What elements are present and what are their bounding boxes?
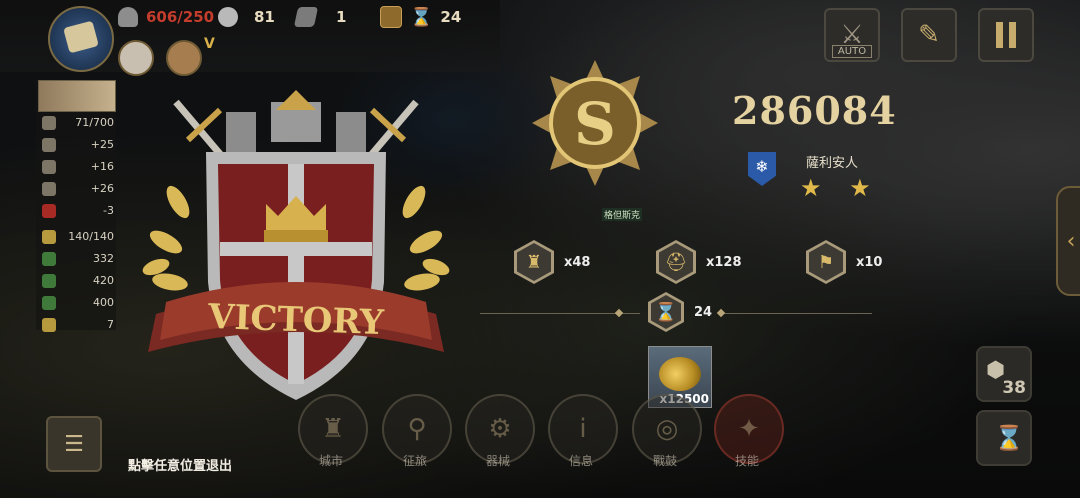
chevron-left-icon: ‹ (1066, 228, 1076, 254)
skill-icon: ✦ (738, 414, 760, 444)
hourglass-count: 24 (694, 304, 713, 320)
flag-icon: ⚑ (809, 243, 843, 281)
side-panel-handle[interactable]: ‹ (1056, 186, 1080, 296)
stat-population: 71/700 (75, 116, 114, 129)
rating-stars: ★ ★ (800, 174, 881, 202)
troops-stat: 606/250 (118, 6, 214, 28)
silver-value: 81 (254, 8, 275, 26)
stat-build: 400 (93, 296, 114, 309)
battle-score: 286084 (732, 88, 897, 133)
victory-emblem (142, 90, 450, 400)
score-medal-icon: S (532, 60, 658, 186)
stat-defense: 420 (93, 274, 114, 287)
hex-units-button[interactable]: ⬢ 38 (976, 346, 1032, 402)
hourglass-icon: ⌛ (651, 295, 681, 329)
catapult-icon: ⚙ (488, 414, 512, 444)
scroll-icon (63, 20, 99, 54)
city-thumbnail[interactable] (38, 80, 116, 112)
silver-coin-icon (218, 7, 238, 27)
stat-upkeep: -3 (103, 204, 114, 217)
reward-qty: x10 (856, 254, 883, 270)
pause-icon (996, 22, 1003, 48)
map-pin-icon: ⚲ (407, 414, 427, 444)
gold-coins-icon (659, 357, 701, 391)
auto-label: AUTO (832, 45, 872, 58)
scroll-icon: ☰ (64, 431, 84, 457)
siege-label: 器械 (485, 454, 510, 468)
player-avatar[interactable] (48, 6, 114, 72)
iron-bar-icon (293, 7, 319, 27)
drum-label: 戰鼓 (652, 454, 677, 468)
end-turn-button[interactable]: ⌛ (976, 410, 1032, 466)
reward-item[interactable]: ♜ x48 (514, 240, 590, 284)
reward-item[interactable]: ⚑ x10 (806, 240, 882, 284)
hourglass-reward[interactable]: ⌛ 24 (648, 292, 712, 332)
quill-icon: ✎ (918, 20, 940, 50)
general-portrait-1[interactable] (118, 40, 154, 76)
svg-text:S: S (574, 90, 616, 158)
letter-button[interactable]: ✎ (901, 8, 957, 62)
iron-stat: 1 (293, 6, 347, 28)
stat-movement: 7 (107, 318, 114, 331)
reward-qty: x48 (564, 254, 591, 270)
scroll-map-button[interactable]: ☰ (46, 416, 102, 472)
silver-stat: 81 (218, 6, 275, 28)
stat-attack: 332 (93, 252, 114, 265)
pause-button[interactable] (978, 8, 1034, 62)
auto-battle-button[interactable]: ⚔ AUTO (824, 8, 880, 62)
iron-value: 1 (336, 8, 347, 26)
info-icon: i (579, 414, 587, 444)
drum-icon: ◎ (655, 414, 679, 444)
stat-iron: +16 (90, 160, 114, 173)
victory-ribbon-text: VICTORY (207, 296, 385, 344)
info-label: 信息 (568, 454, 593, 468)
helmet-icon (118, 7, 138, 27)
skill-label: 技能 (734, 454, 759, 468)
top-hud: 606/250 81 1 ⌛ 24 V (0, 0, 500, 76)
reward-item[interactable]: ⛑ x128 (656, 240, 742, 284)
turns-value: 24 (440, 8, 462, 26)
city-icon: ♜ (517, 243, 551, 281)
map-city-label[interactable]: 格但斯克 (602, 208, 643, 221)
hourglass-icon: ⌛ (410, 7, 433, 28)
faction-name: 薩利安人 (806, 156, 859, 171)
helmet-icon: ⛑ (659, 243, 693, 281)
hourglass-icon: ⌛ (994, 424, 1024, 452)
stat-money: +25 (90, 138, 114, 151)
stat-troops: +26 (90, 182, 114, 195)
city-label: 城市 (318, 454, 343, 468)
turns-stat: ⌛ 24 (380, 6, 461, 28)
scale-icon[interactable] (380, 6, 402, 28)
general-portrait-2[interactable] (166, 40, 202, 76)
stat-morale: 140/140 (68, 230, 114, 243)
exit-hint: 點擊任意位置退出 (128, 459, 233, 474)
hex-count: 38 (1002, 378, 1026, 398)
reward-qty: x128 (706, 254, 742, 270)
divider-right (722, 313, 872, 314)
castle-icon: ♜ (321, 414, 345, 444)
march-label: 征旅 (402, 454, 427, 468)
rank-badge: V (204, 36, 215, 52)
troops-value: 606/250 (146, 8, 215, 26)
